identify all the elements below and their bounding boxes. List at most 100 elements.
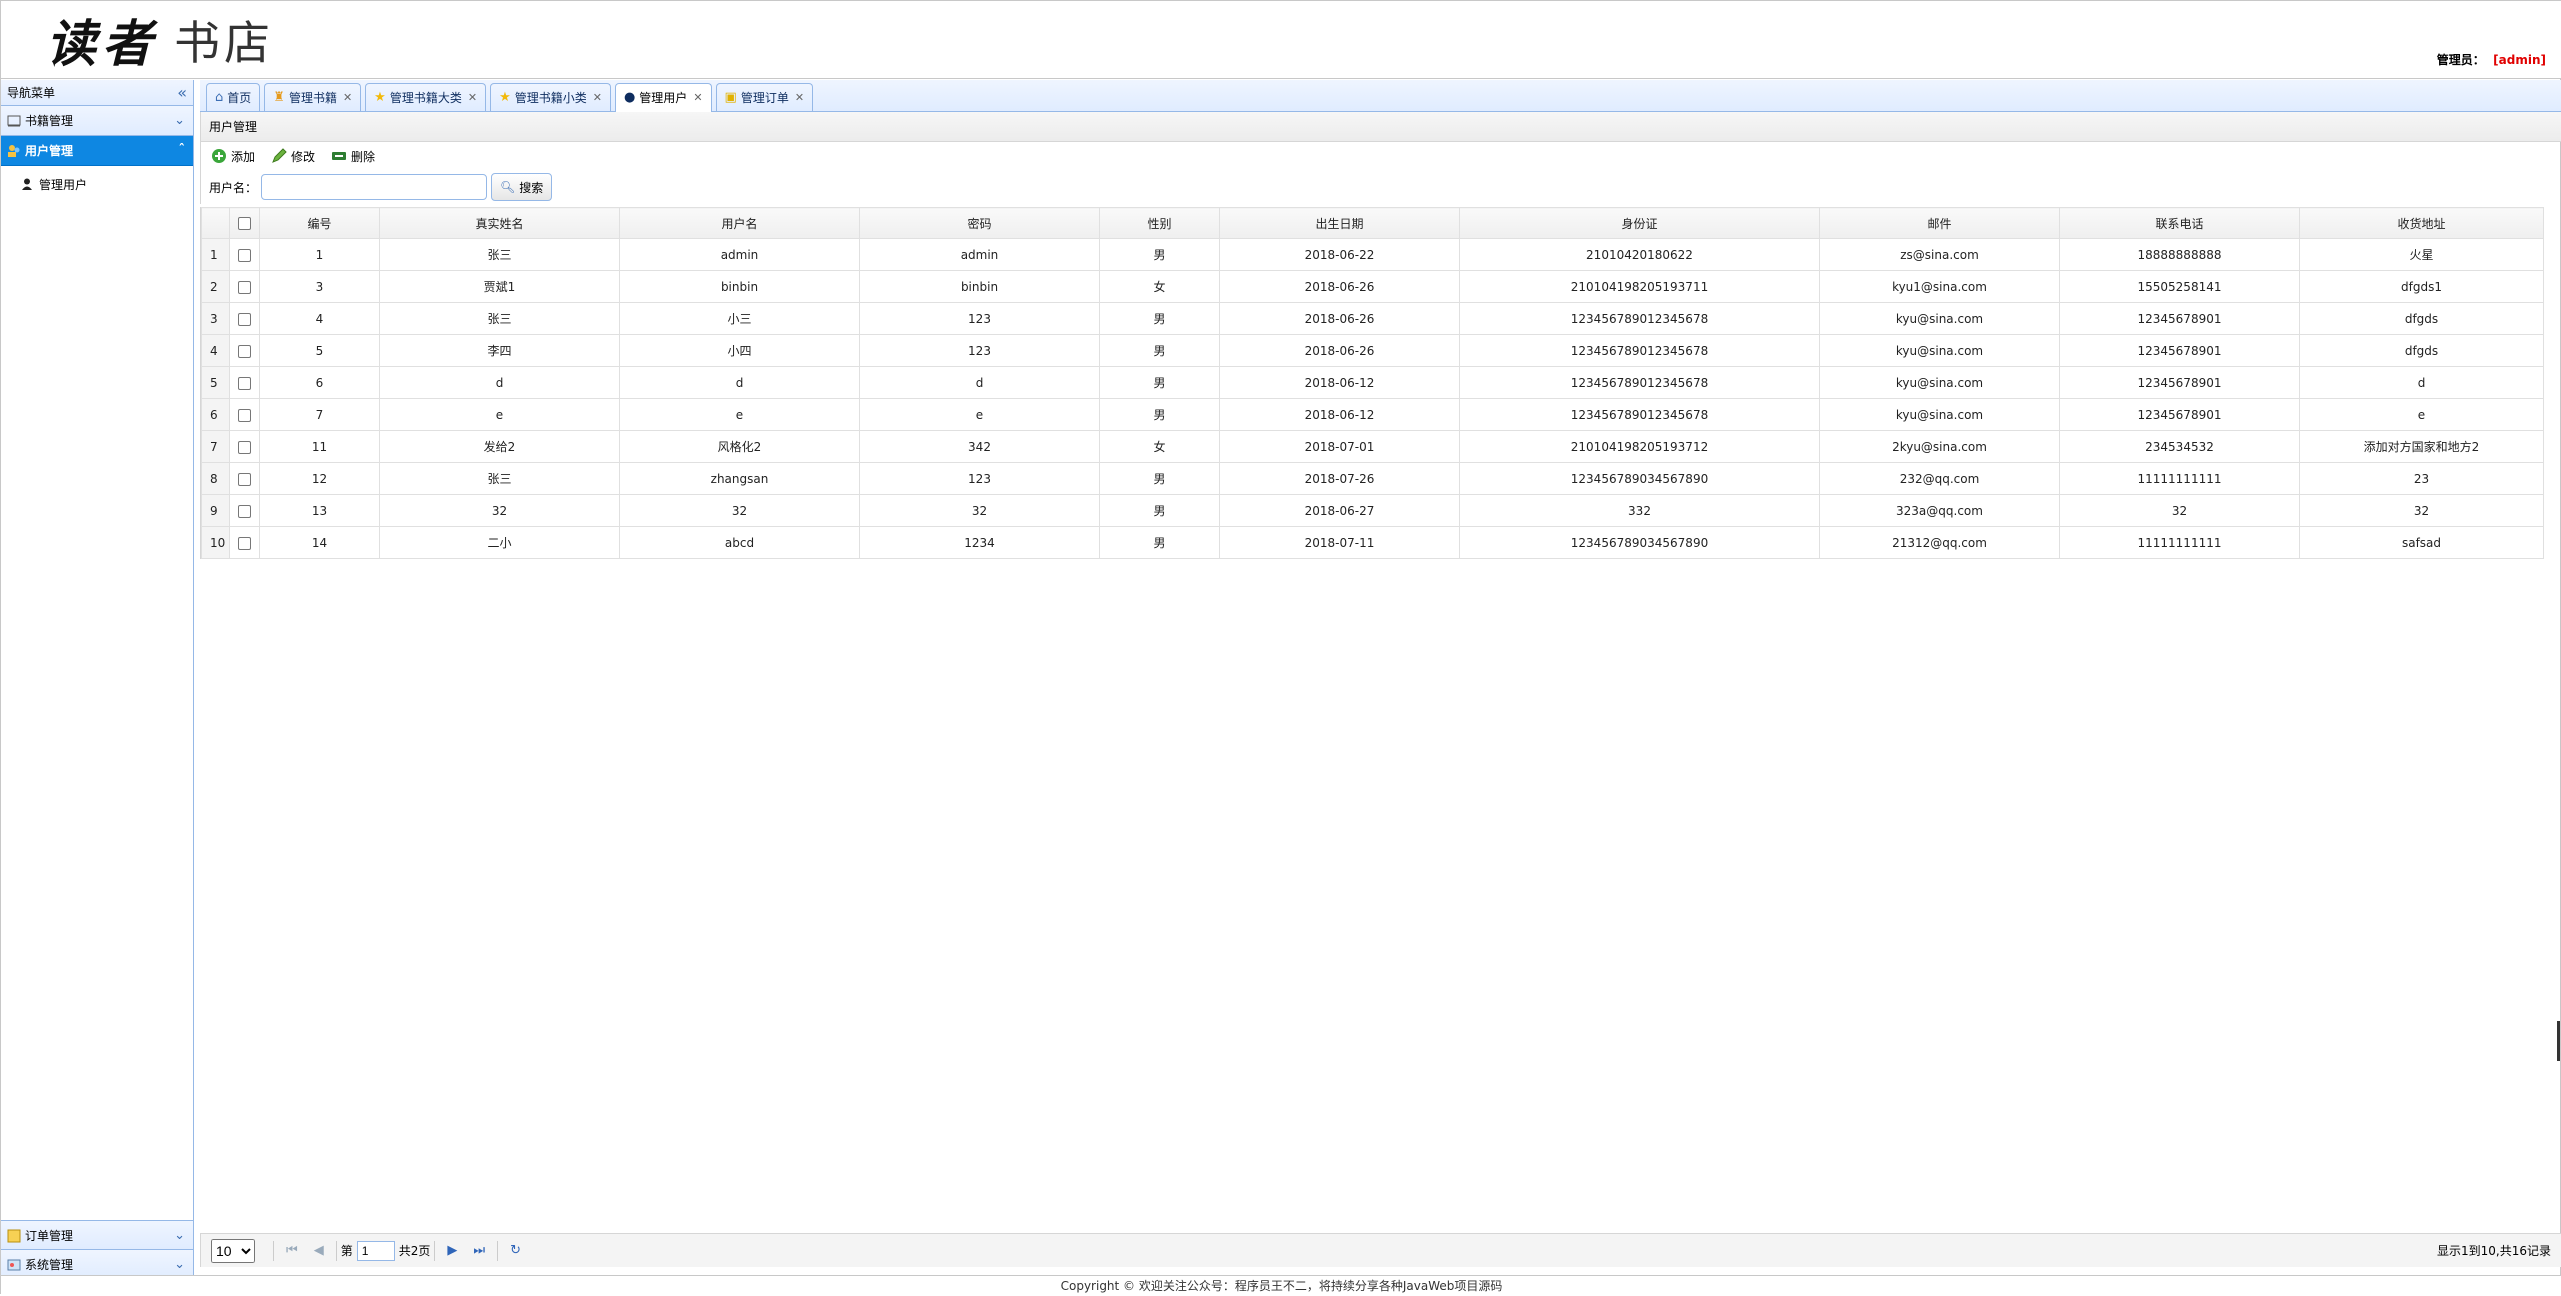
row-checkbox-cell[interactable] bbox=[229, 462, 260, 495]
table-row[interactable]: 7 11 发给2 风格化2 342 女 2018-07-01 2101041982051937… bbox=[201, 430, 2544, 463]
add-button[interactable]: 添加 bbox=[211, 148, 255, 165]
checkbox[interactable] bbox=[238, 217, 251, 230]
checkbox[interactable] bbox=[238, 536, 251, 550]
page-number-input[interactable] bbox=[356, 1240, 395, 1261]
column-header[interactable]: 身份证 bbox=[1459, 207, 1820, 239]
username-search-input[interactable] bbox=[261, 174, 488, 200]
table-cell: 张三 bbox=[379, 302, 620, 335]
table-row[interactable]: 1 1 张三 admin admin 男 2018-06-22 21010420180622 z… bbox=[201, 238, 2544, 271]
search-button[interactable]: 🔍︎ 搜索 bbox=[491, 173, 553, 201]
close-icon[interactable]: ✕ bbox=[343, 85, 352, 111]
row-checkbox-cell[interactable] bbox=[229, 334, 260, 367]
tab-manage-users[interactable]: ● 管理用户 ✕ bbox=[614, 83, 712, 112]
row-checkbox-cell[interactable] bbox=[229, 366, 260, 399]
table-cell: 2018-07-01 bbox=[1219, 430, 1460, 463]
close-icon[interactable]: ✕ bbox=[593, 85, 602, 111]
table-row[interactable]: 9 13 32 32 32 男 2018-06-27 332 323a@qq.com 32 32 bbox=[201, 494, 2544, 527]
chevron-down-double-icon[interactable]: ⌄ bbox=[174, 1221, 185, 1251]
sidebar-item-manage-users[interactable]: 管理用户 bbox=[1, 174, 193, 196]
search-icon: 🔍︎ bbox=[500, 180, 516, 194]
close-icon[interactable]: ✕ bbox=[468, 85, 477, 111]
checkbox[interactable] bbox=[238, 280, 251, 294]
tab-manage-books[interactable]: ♜ 管理书籍 ✕ bbox=[264, 83, 362, 111]
checkbox[interactable] bbox=[238, 408, 251, 422]
book-icon bbox=[7, 115, 21, 127]
tab-manage-orders[interactable]: ▣ 管理订单 ✕ bbox=[715, 83, 814, 111]
table-cell: dfgds1 bbox=[2299, 270, 2544, 303]
nav-section-books[interactable]: 书籍管理 ⌄ bbox=[1, 106, 193, 136]
column-header[interactable]: 邮件 bbox=[1819, 207, 2060, 239]
checkbox[interactable] bbox=[238, 440, 251, 454]
table-cell: 7 bbox=[259, 398, 380, 431]
checkbox[interactable] bbox=[238, 312, 251, 326]
checkbox[interactable] bbox=[238, 472, 251, 486]
row-checkbox-cell[interactable] bbox=[229, 494, 260, 527]
admin-label: 管理员： bbox=[2436, 53, 2485, 67]
column-header[interactable]: 收货地址 bbox=[2299, 207, 2544, 239]
column-header[interactable]: 出生日期 bbox=[1219, 207, 1460, 239]
row-checkbox-cell[interactable] bbox=[229, 302, 260, 335]
close-icon[interactable]: ✕ bbox=[693, 85, 702, 111]
row-number: 10 bbox=[201, 526, 230, 559]
close-icon[interactable]: ✕ bbox=[795, 85, 804, 111]
chevron-up-icon[interactable]: ˆ bbox=[179, 136, 186, 166]
column-header[interactable]: 密码 bbox=[859, 207, 1100, 239]
star-icon: ★ bbox=[499, 89, 511, 105]
tab-label: 管理书籍 bbox=[288, 90, 337, 105]
table-row[interactable]: 10 14 二小 abcd 1234 男 2018-07-11 123456789034567… bbox=[201, 526, 2544, 559]
prev-page-icon[interactable]: ◀ bbox=[314, 1243, 324, 1258]
table-cell: 男 bbox=[1099, 462, 1220, 495]
scrollbar-edge[interactable] bbox=[2557, 1021, 2560, 1061]
checkbox[interactable] bbox=[238, 376, 251, 390]
next-page-icon[interactable]: ▶ bbox=[447, 1243, 457, 1258]
last-page-icon[interactable]: ⏭ bbox=[473, 1243, 485, 1258]
row-checkbox-cell[interactable] bbox=[229, 398, 260, 431]
checkbox[interactable] bbox=[238, 344, 251, 358]
checkbox[interactable] bbox=[238, 504, 251, 518]
table-row[interactable]: 3 4 张三 小三 123 男 2018-06-26 123456789012345678 ky… bbox=[201, 302, 2544, 335]
column-header[interactable]: 真实姓名 bbox=[379, 207, 620, 239]
refresh-icon[interactable]: ↻ bbox=[510, 1243, 521, 1258]
tab-manage-subcategories[interactable]: ★ 管理书籍小类 ✕ bbox=[490, 83, 611, 111]
table-cell: 2018-07-11 bbox=[1219, 526, 1460, 559]
table-cell: 11111111111 bbox=[2059, 526, 2300, 559]
table-cell: 男 bbox=[1099, 238, 1220, 271]
table-row[interactable]: 2 3 贾斌1 binbin binbin 女 2018-06-26 210104198205… bbox=[201, 270, 2544, 303]
row-number: 7 bbox=[201, 430, 230, 463]
table-row[interactable]: 6 7 e e e 男 2018-06-12 123456789012345678 kyu@si… bbox=[201, 398, 2544, 431]
column-header[interactable]: 编号 bbox=[259, 207, 380, 239]
table-body: 1 1 张三 admin admin 男 2018-06-22 21010420180622 z… bbox=[201, 238, 2544, 559]
delete-button[interactable]: 删除 bbox=[331, 148, 375, 165]
column-header[interactable]: 联系电话 bbox=[2059, 207, 2300, 239]
table-cell: 男 bbox=[1099, 302, 1220, 335]
column-header[interactable]: 用户名 bbox=[619, 207, 860, 239]
row-checkbox-cell[interactable] bbox=[229, 430, 260, 463]
row-checkbox-cell[interactable] bbox=[229, 270, 260, 303]
chevron-down-double-icon[interactable]: ⌄ bbox=[174, 106, 185, 136]
nav-section-users[interactable]: 用户管理 ˆ bbox=[1, 136, 193, 166]
page-size-select[interactable]: 10 bbox=[211, 1238, 255, 1263]
tab-home[interactable]: ⌂ 首页 bbox=[206, 83, 261, 111]
table-cell: 风格化2 bbox=[619, 430, 860, 463]
select-all-checkbox[interactable] bbox=[229, 207, 260, 239]
tab-manage-categories[interactable]: ★ 管理书籍大类 ✕ bbox=[365, 83, 487, 111]
row-checkbox-cell[interactable] bbox=[229, 238, 260, 271]
table-cell: 2018-06-12 bbox=[1219, 398, 1460, 431]
double-chevron-left-icon[interactable]: « bbox=[177, 80, 187, 106]
table-row[interactable]: 8 12 张三 zhangsan 123 男 2018-07-26 1234567890345… bbox=[201, 462, 2544, 495]
table-cell: 32 bbox=[859, 494, 1100, 527]
table-row[interactable]: 5 6 d d d 男 2018-06-12 123456789012345678 kyu@si… bbox=[201, 366, 2544, 399]
nav-bottom-sections: 订单管理 ⌄ 系统管理 ⌄ bbox=[1, 1220, 193, 1280]
pager-separator bbox=[335, 1240, 337, 1261]
table-cell: 32 bbox=[619, 494, 860, 527]
column-header[interactable]: 性别 bbox=[1099, 207, 1220, 239]
edit-button[interactable]: 修改 bbox=[271, 148, 315, 165]
row-checkbox-cell[interactable] bbox=[229, 526, 260, 559]
users-icon bbox=[8, 145, 20, 157]
table-row[interactable]: 4 5 李四 小四 123 男 2018-06-26 123456789012345678 ky… bbox=[201, 334, 2544, 367]
first-page-icon[interactable]: ⏮ bbox=[286, 1243, 298, 1258]
table-cell: 12345678901 bbox=[2059, 334, 2300, 367]
nav-section-orders[interactable]: 订单管理 ⌄ bbox=[1, 1220, 193, 1250]
admin-name: [admin] bbox=[2493, 53, 2546, 67]
checkbox[interactable] bbox=[238, 248, 251, 262]
